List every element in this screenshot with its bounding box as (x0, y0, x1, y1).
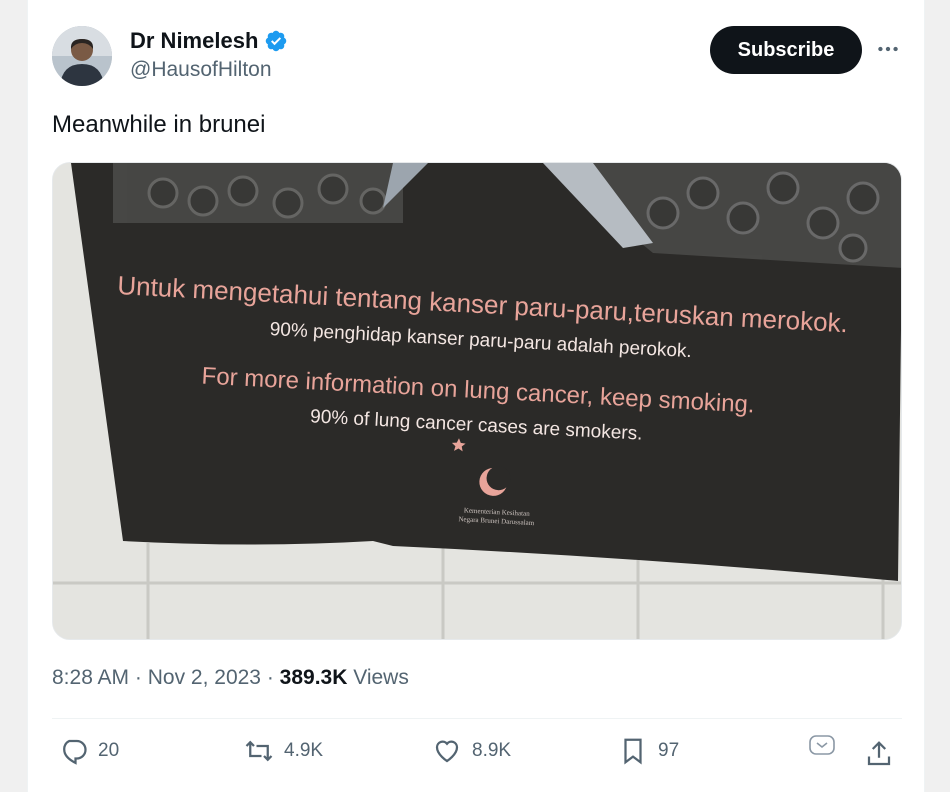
heart-icon (435, 740, 459, 763)
repost-button[interactable]: 4.9K (244, 736, 323, 766)
repost-count: 4.9K (284, 740, 324, 761)
tweet-card: Dr Nimelesh @HausofHilton Subscribe Mean… (27, 0, 925, 792)
tweet-text: Meanwhile in brunei (52, 111, 266, 138)
author-name[interactable]: Dr Nimelesh (130, 27, 258, 55)
author-name-row[interactable]: Dr Nimelesh (130, 27, 288, 55)
reply-button[interactable]: 20 (58, 736, 119, 766)
reply-icon (63, 739, 87, 765)
tweet-photo[interactable]: Untuk mengetahui tentang kanser paru-par… (52, 162, 902, 640)
verified-badge-icon (266, 30, 287, 52)
like-count: 8.9K (472, 740, 512, 761)
subscribe-button[interactable]: Subscribe (710, 26, 862, 74)
bookmark-button[interactable]: 97 (618, 736, 679, 766)
views-label: Views (347, 666, 409, 689)
avatar[interactable] (52, 26, 112, 86)
author-handle[interactable]: @HausofHilton (130, 58, 272, 82)
avatar-image (52, 26, 112, 86)
share-icon[interactable] (864, 739, 894, 769)
tweet-meta: 8:28 AM · Nov 2, 2023 · 389.3K Views (52, 666, 409, 690)
bookmark-count: 97 (658, 740, 680, 761)
meta-separator: · (260, 666, 280, 689)
views-count: 389.3K (279, 666, 348, 689)
tweet-date[interactable]: Nov 2, 2023 (148, 666, 261, 689)
poster-photo: Untuk mengetahui tentang kanser paru-par… (53, 163, 901, 639)
like-button[interactable]: 8.9K (432, 736, 511, 766)
repost-icon (245, 740, 273, 762)
meta-separator: · (129, 666, 148, 689)
bookmark-icon (624, 738, 642, 765)
divider (52, 718, 902, 719)
grok-icon[interactable] (808, 734, 836, 756)
reply-count: 20 (98, 740, 120, 761)
tweet-time[interactable]: 8:28 AM (52, 666, 129, 689)
more-options-icon[interactable] (875, 36, 901, 62)
